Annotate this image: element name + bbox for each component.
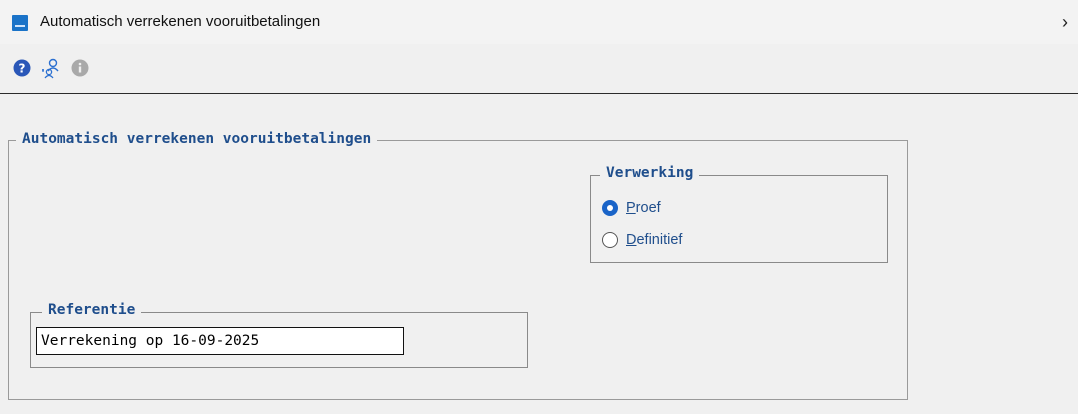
radio-definitief[interactable]: Definitief: [602, 230, 682, 250]
referentie-input[interactable]: [36, 327, 404, 355]
radio-proef-label: Proef: [626, 200, 661, 216]
help-icon[interactable]: ?: [12, 58, 32, 78]
title-bar: Automatisch verrekenen vooruitbetalingen…: [0, 0, 1078, 44]
window-title: Automatisch verrekenen vooruitbetalingen: [40, 13, 321, 30]
toolbar-separator: [0, 93, 1078, 94]
referentie-group-title: Referentie: [42, 302, 142, 318]
radio-proef-button[interactable]: [602, 200, 618, 216]
radio-definitief-button[interactable]: [602, 232, 618, 248]
app-icon: [12, 15, 28, 31]
toolbar: ?: [0, 58, 1078, 90]
radio-definitief-label: Definitief: [626, 232, 683, 248]
main-group-title: Automatisch verrekenen vooruitbetalingen: [16, 131, 378, 147]
svg-text:?: ?: [19, 62, 26, 76]
users-icon[interactable]: [40, 58, 60, 79]
info-icon[interactable]: [70, 58, 90, 78]
verwerking-group-title: Verwerking: [600, 165, 700, 181]
radio-proef[interactable]: Proef: [602, 198, 661, 218]
close-button[interactable]: ›: [1062, 10, 1078, 34]
